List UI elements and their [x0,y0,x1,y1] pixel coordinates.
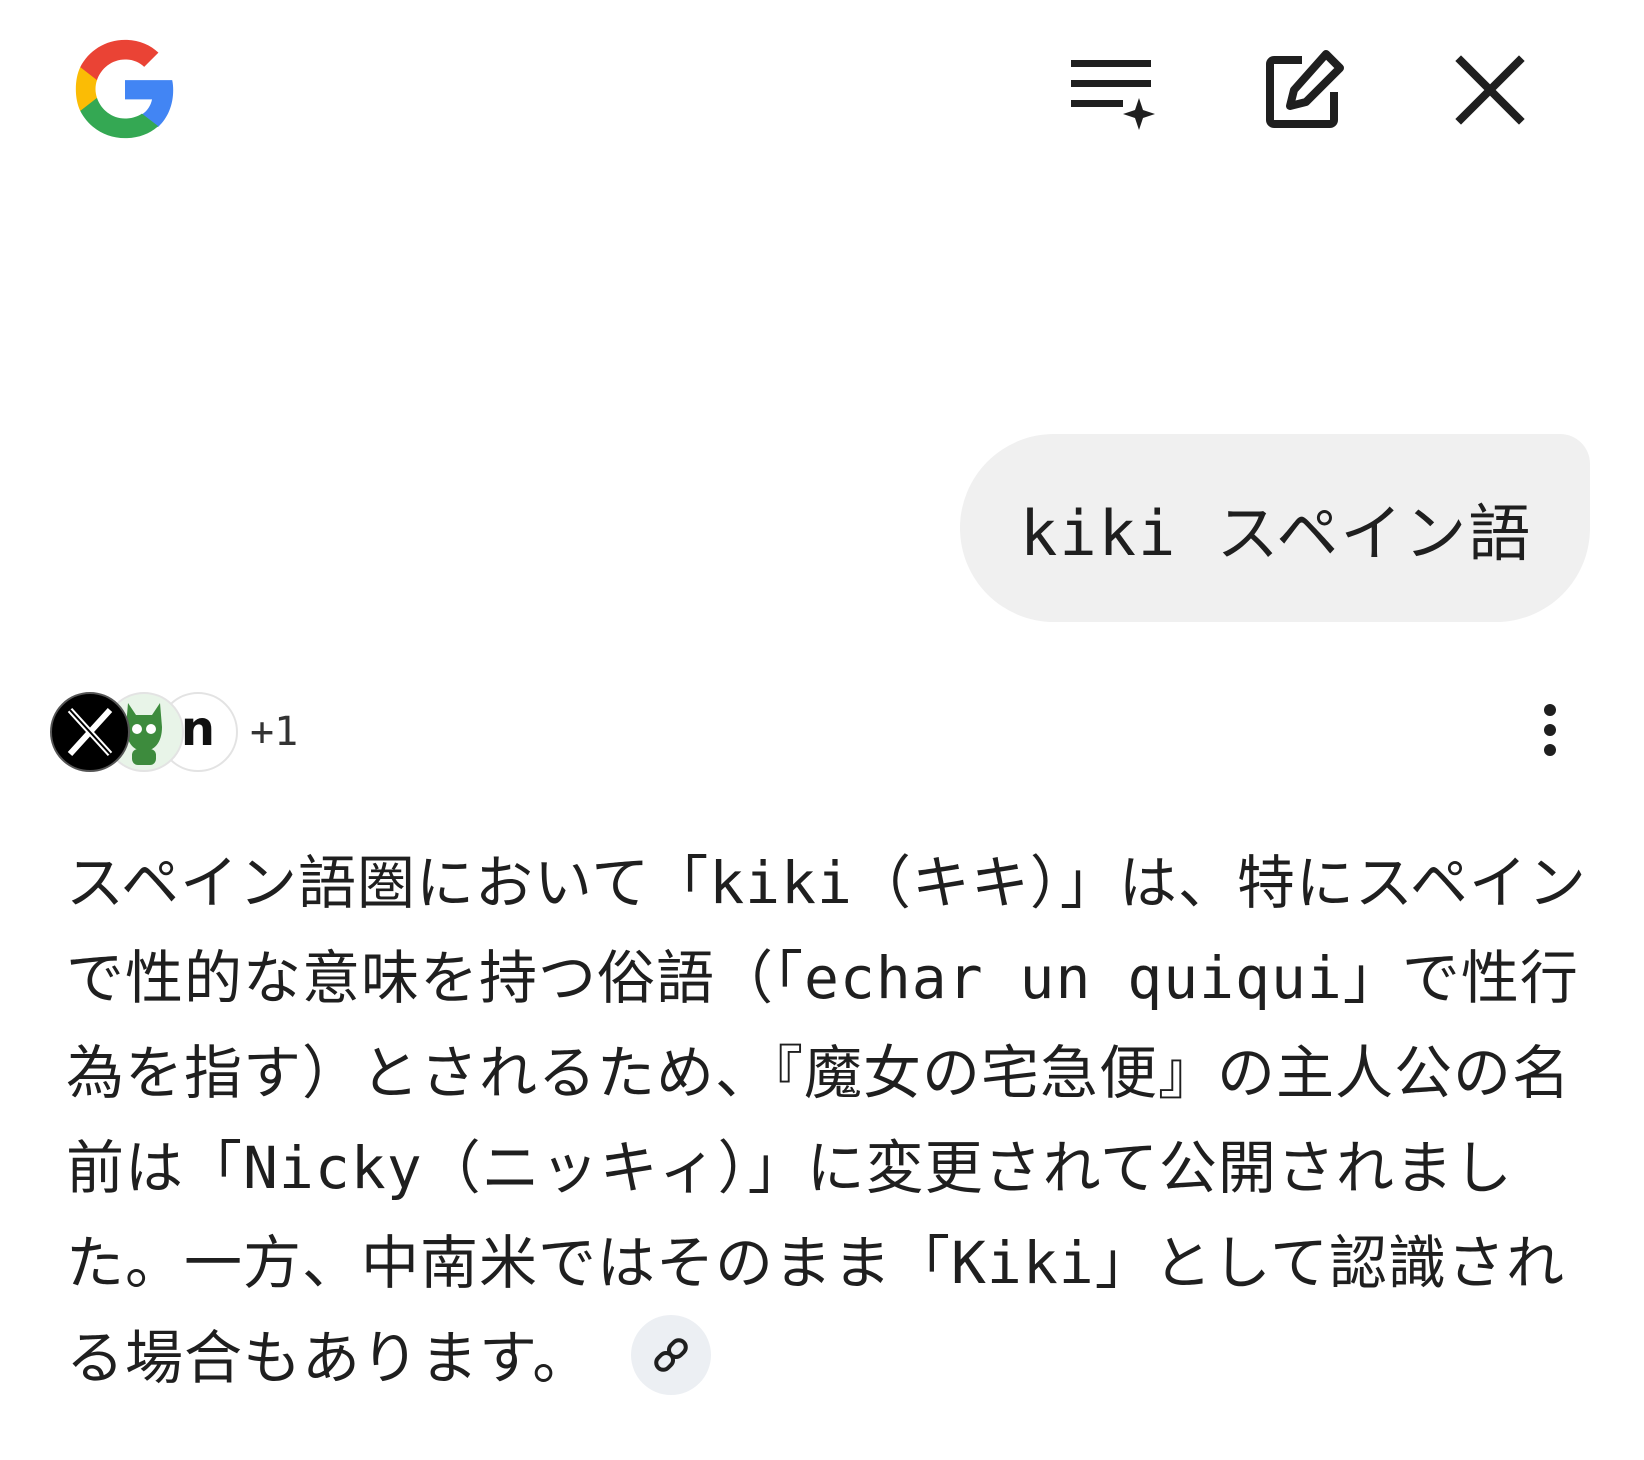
ai-mode-screen: kiki スペイン語 n +1 スペイン語圏において「kiki（キキ）」は、特に… [0,0,1644,1460]
x-logo-icon[interactable] [50,692,130,772]
source-link-button[interactable] [631,1314,712,1395]
google-logo[interactable] [66,30,184,148]
user-query-text: kiki スペイン語 [1020,497,1533,570]
sources-row[interactable]: n +1 [50,690,298,774]
sparkle-list-button[interactable] [1062,40,1162,140]
close-button[interactable] [1440,40,1540,140]
answer-kiki: kiki [709,849,853,917]
answer-nicky: Nicky [243,1134,423,1202]
ai-answer-text: スペイン語圏において「kiki（キキ）」は、特にスペインで性的な意味を持つ俗語（… [66,836,1596,1406]
answer-part: スペイン語圏において「 [66,849,710,917]
more-options-button[interactable] [1520,700,1580,760]
more-sources-count[interactable]: +1 [250,709,298,755]
more-vert-icon [1544,704,1556,756]
answer-kiki2: Kiki [951,1229,1095,1297]
answer-part: で性的な意味を持つ俗語（「 [66,944,805,1012]
edit-icon [1266,50,1344,128]
answer-echar: echar un quiqui [804,944,1343,1012]
answer-part: （キキ）」は、特にスペイン [852,849,1587,917]
link-icon [654,1338,688,1372]
close-icon [1455,55,1525,125]
user-query-bubble: kiki スペイン語 [960,434,1590,622]
sparkle-list-icon [1071,60,1155,130]
new-chat-button[interactable] [1254,40,1354,140]
n-letter-text: n [180,701,216,757]
